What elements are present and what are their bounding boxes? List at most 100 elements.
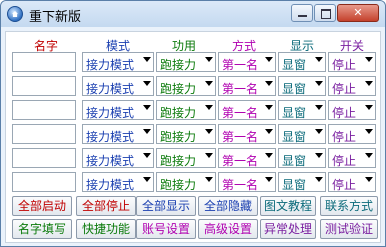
method-select[interactable]: 第一名 bbox=[218, 148, 276, 168]
display-select-value: 显窗 bbox=[282, 154, 307, 168]
dropdown-arrow-icon bbox=[365, 57, 373, 62]
function-select[interactable]: 跑接力 bbox=[156, 148, 216, 168]
dropdown-arrow-icon bbox=[205, 177, 213, 182]
dropdown-arrow-icon bbox=[315, 81, 323, 86]
mode-select[interactable]: 接力模式 bbox=[82, 172, 154, 192]
display-select[interactable]: 显窗 bbox=[278, 172, 326, 192]
dropdown-arrow-icon bbox=[365, 105, 373, 110]
dropdown-arrow-icon bbox=[205, 129, 213, 134]
dropdown-arrow-icon bbox=[143, 105, 151, 110]
app-home-icon bbox=[7, 6, 23, 22]
display-select[interactable]: 显窗 bbox=[278, 76, 326, 96]
dropdown-arrow-icon bbox=[365, 153, 373, 158]
tutorial-button[interactable]: 图文教程 bbox=[260, 196, 316, 216]
dropdown-arrow-icon bbox=[265, 129, 273, 134]
method-select[interactable]: 第一名 bbox=[218, 100, 276, 120]
minimize-button[interactable] bbox=[291, 4, 313, 22]
start-all-button[interactable]: 全部启动 bbox=[12, 196, 72, 216]
mode-select[interactable]: 接力模式 bbox=[82, 76, 154, 96]
mode-select[interactable]: 接力模式 bbox=[82, 124, 154, 144]
switch-select[interactable]: 停止 bbox=[328, 148, 376, 168]
mode-select-value: 接力模式 bbox=[86, 130, 135, 144]
fill-names-button[interactable]: 名字填写 bbox=[12, 219, 72, 239]
switch-select-value: 停止 bbox=[332, 58, 357, 72]
display-select[interactable]: 显窗 bbox=[278, 124, 326, 144]
name-field[interactable] bbox=[12, 172, 76, 192]
dropdown-arrow-icon bbox=[265, 81, 273, 86]
main-window: 重下新版 名字 模式 功用 方式 显示 开关 接力模式跑接力第一名显窗停止接力模… bbox=[0, 0, 386, 247]
method-select-value: 第一名 bbox=[222, 154, 259, 168]
account-settings-button[interactable]: 账号设置 bbox=[136, 219, 196, 239]
method-select[interactable]: 第一名 bbox=[218, 124, 276, 144]
function-select[interactable]: 跑接力 bbox=[156, 124, 216, 144]
dropdown-arrow-icon bbox=[205, 57, 213, 62]
method-select-value: 第一名 bbox=[222, 82, 259, 96]
dropdown-arrow-icon bbox=[315, 153, 323, 158]
quick-function-button[interactable]: 快捷功能 bbox=[76, 219, 136, 239]
function-select-value: 跑接力 bbox=[160, 58, 197, 72]
function-select-value: 跑接力 bbox=[160, 106, 197, 120]
mode-select[interactable]: 接力模式 bbox=[82, 52, 154, 72]
mode-select-value: 接力模式 bbox=[86, 178, 135, 192]
dropdown-arrow-icon bbox=[315, 105, 323, 110]
display-select-value: 显窗 bbox=[282, 178, 307, 192]
advanced-settings-button[interactable]: 高级设置 bbox=[198, 219, 258, 239]
exception-handling-button[interactable]: 异常处理 bbox=[260, 219, 316, 239]
switch-select[interactable]: 停止 bbox=[328, 52, 376, 72]
hide-all-button[interactable]: 全部隐藏 bbox=[198, 196, 258, 216]
function-select-value: 跑接力 bbox=[160, 154, 197, 168]
switch-select-value: 停止 bbox=[332, 178, 357, 192]
function-select-value: 跑接力 bbox=[160, 130, 197, 144]
display-select[interactable]: 显窗 bbox=[278, 148, 326, 168]
display-select[interactable]: 显窗 bbox=[278, 52, 326, 72]
function-select-value: 跑接力 bbox=[160, 82, 197, 96]
dropdown-arrow-icon bbox=[143, 57, 151, 62]
function-select-value: 跑接力 bbox=[160, 178, 197, 192]
switch-select[interactable]: 停止 bbox=[328, 124, 376, 144]
mode-select-value: 接力模式 bbox=[86, 106, 135, 120]
window-title: 重下新版 bbox=[29, 10, 82, 25]
display-select-value: 显窗 bbox=[282, 82, 307, 96]
dropdown-arrow-icon bbox=[315, 57, 323, 62]
close-button[interactable] bbox=[337, 4, 379, 22]
method-select[interactable]: 第一名 bbox=[218, 76, 276, 96]
name-field[interactable] bbox=[12, 52, 76, 72]
switch-select[interactable]: 停止 bbox=[328, 172, 376, 192]
switch-select-value: 停止 bbox=[332, 82, 357, 96]
title-bar[interactable]: 重下新版 bbox=[1, 1, 385, 27]
dropdown-arrow-icon bbox=[365, 177, 373, 182]
name-field[interactable] bbox=[12, 148, 76, 168]
show-all-button[interactable]: 全部显示 bbox=[136, 196, 196, 216]
mode-select-value: 接力模式 bbox=[86, 58, 135, 72]
function-select[interactable]: 跑接力 bbox=[156, 100, 216, 120]
display-select-value: 显窗 bbox=[282, 58, 307, 72]
dropdown-arrow-icon bbox=[143, 177, 151, 182]
switch-select[interactable]: 停止 bbox=[328, 100, 376, 120]
dropdown-arrow-icon bbox=[315, 129, 323, 134]
dropdown-arrow-icon bbox=[265, 177, 273, 182]
method-select[interactable]: 第一名 bbox=[218, 172, 276, 192]
mode-select[interactable]: 接力模式 bbox=[82, 148, 154, 168]
dropdown-arrow-icon bbox=[143, 81, 151, 86]
maximize-button[interactable] bbox=[314, 4, 336, 22]
mode-select[interactable]: 接力模式 bbox=[82, 100, 154, 120]
switch-select[interactable]: 停止 bbox=[328, 76, 376, 96]
function-select[interactable]: 跑接力 bbox=[156, 52, 216, 72]
method-select[interactable]: 第一名 bbox=[218, 52, 276, 72]
display-select[interactable]: 显窗 bbox=[278, 100, 326, 120]
name-field[interactable] bbox=[12, 124, 76, 144]
method-select-value: 第一名 bbox=[222, 178, 259, 192]
dropdown-arrow-icon bbox=[265, 105, 273, 110]
name-field[interactable] bbox=[12, 100, 76, 120]
client-area: 名字 模式 功用 方式 显示 开关 接力模式 跑接力 第一名 显窗 停止 接力模式 跑接力第… bbox=[5, 31, 381, 243]
stop-all-button[interactable]: 全部停止 bbox=[76, 196, 136, 216]
mode-select-value: 接力模式 bbox=[86, 82, 135, 96]
switch-select-value: 停止 bbox=[332, 154, 357, 168]
contact-button[interactable]: 联系方式 bbox=[320, 196, 378, 216]
name-field[interactable] bbox=[12, 76, 76, 96]
function-select[interactable]: 跑接力 bbox=[156, 76, 216, 96]
method-select-value: 第一名 bbox=[222, 106, 259, 120]
test-verify-button[interactable]: 测试验证 bbox=[320, 219, 378, 239]
function-select[interactable]: 跑接力 bbox=[156, 172, 216, 192]
switch-select-value: 停止 bbox=[332, 130, 357, 144]
